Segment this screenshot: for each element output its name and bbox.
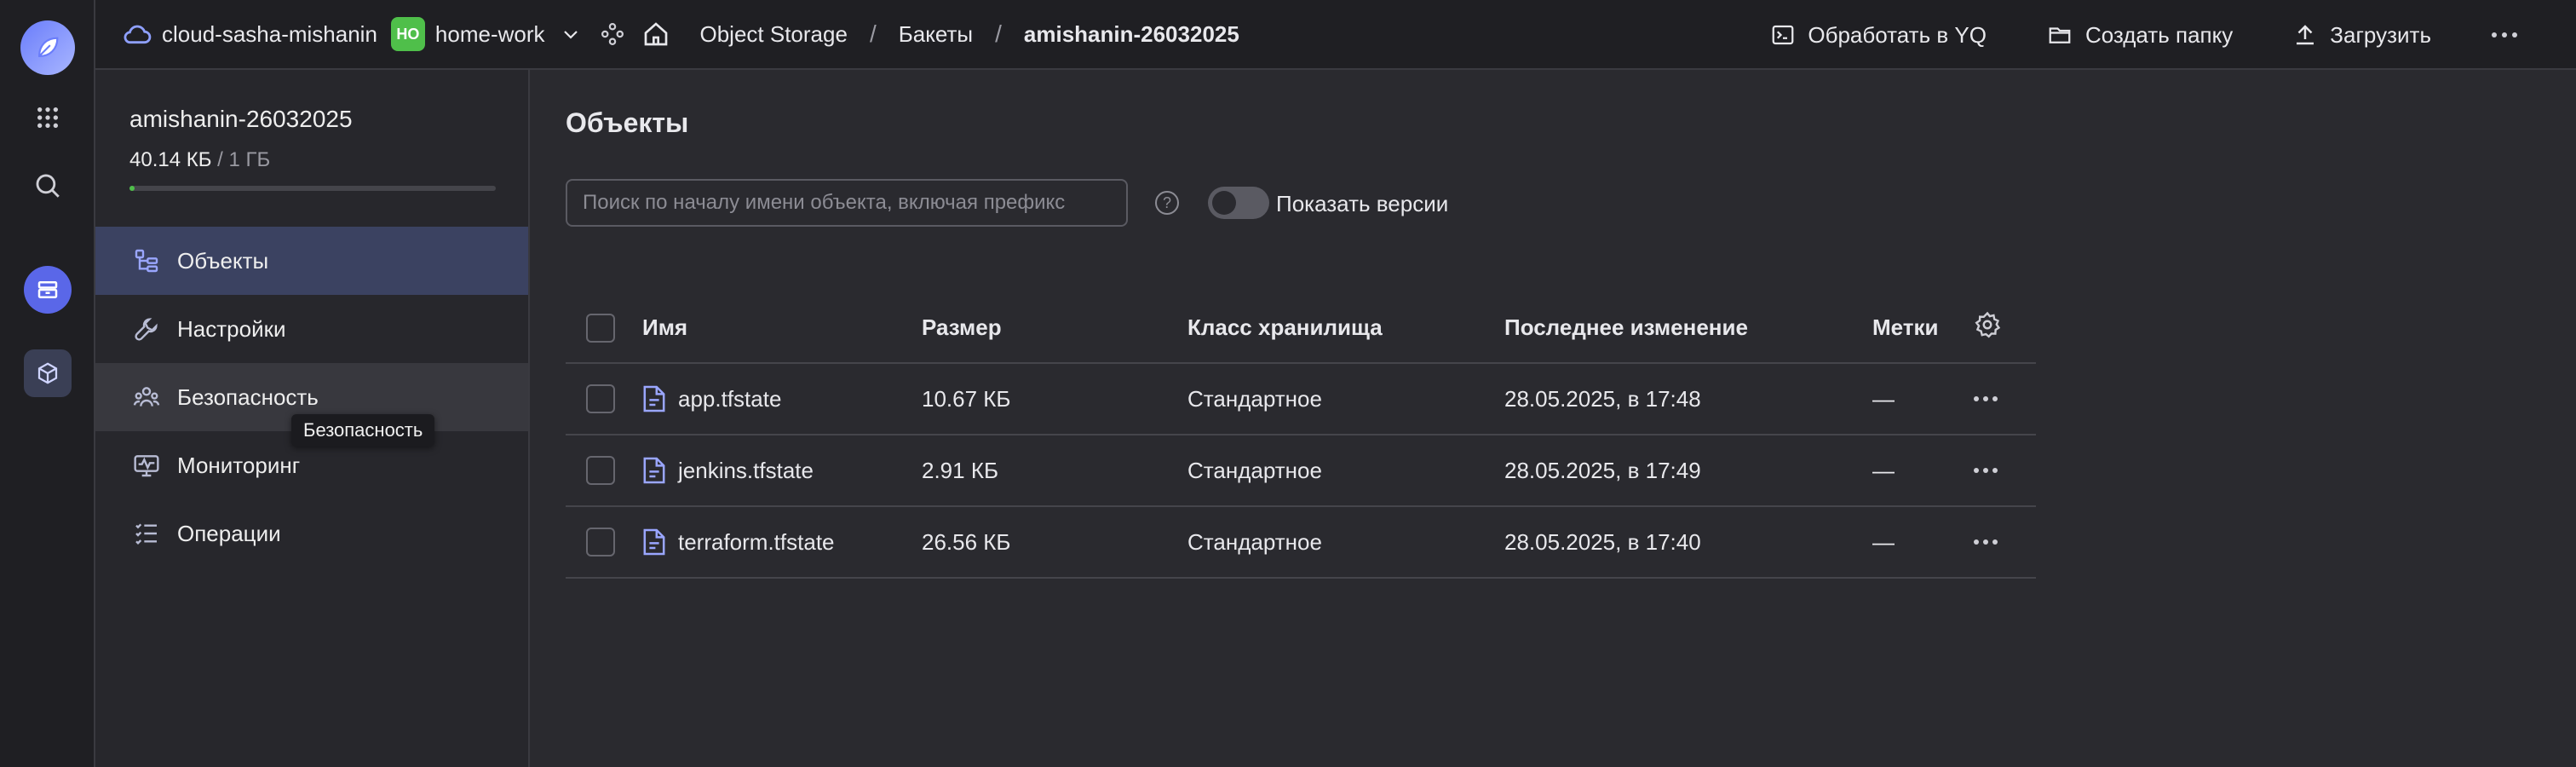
create-folder-label: Создать папку bbox=[2084, 21, 2234, 48]
column-name[interactable]: Имя bbox=[642, 293, 922, 364]
table-row[interactable]: jenkins.tfstate 2.91 КБ Стандартное 28.0… bbox=[566, 435, 2036, 507]
more-menu-icon[interactable] bbox=[2491, 31, 2530, 39]
file-icon bbox=[643, 385, 665, 412]
column-modified[interactable]: Последнее изменение bbox=[1504, 293, 1872, 364]
left-rail bbox=[0, 0, 95, 767]
top-bar: cloud-sasha-mishanin HO home-work Object… bbox=[95, 0, 2576, 70]
row-actions-menu-icon[interactable] bbox=[1973, 467, 2036, 474]
upload-label: Загрузить bbox=[2330, 21, 2431, 48]
create-folder-button[interactable]: Создать папку bbox=[2046, 22, 2233, 49]
search-input[interactable] bbox=[566, 179, 1128, 227]
column-size[interactable]: Размер bbox=[922, 293, 1187, 364]
sidebar-item-label: Объекты bbox=[177, 247, 269, 274]
process-yq-button[interactable]: Обработать в YQ bbox=[1770, 22, 1987, 49]
sidebar-item-label: Настройки bbox=[177, 315, 286, 342]
bucket-name: amishanin-26032025 bbox=[129, 106, 353, 132]
show-versions-toggle[interactable] bbox=[1208, 187, 1269, 219]
help-icon[interactable]: ? bbox=[1155, 191, 1179, 215]
sidebar-item-settings[interactable]: Настройки bbox=[95, 295, 528, 363]
folder-selector[interactable]: HO home-work bbox=[390, 17, 581, 51]
apps-grid-icon[interactable] bbox=[24, 94, 72, 141]
sidebar-item-label: Безопасность bbox=[177, 384, 319, 410]
cloud-selector[interactable]: cloud-sasha-mishanin bbox=[121, 21, 377, 48]
object-modified: 28.05.2025, в 17:48 bbox=[1504, 363, 1872, 435]
sidebar-item-objects[interactable]: Объекты bbox=[95, 227, 528, 295]
object-tags: — bbox=[1872, 363, 1973, 435]
column-storage-class[interactable]: Класс хранилища bbox=[1187, 293, 1504, 364]
object-storage-service-icon[interactable] bbox=[24, 266, 72, 314]
select-all-checkbox[interactable] bbox=[586, 313, 615, 343]
object-storage-class: Стандартное bbox=[1187, 363, 1504, 435]
cloud-name: cloud-sasha-mishanin bbox=[162, 20, 377, 47]
usage-progress-fill bbox=[129, 186, 135, 191]
usage-progress-bar bbox=[129, 186, 496, 191]
object-size: 26.56 КБ bbox=[922, 506, 1187, 579]
sidebar-item-label: Мониторинг bbox=[177, 452, 301, 478]
objects-table: Имя Размер Класс хранилища Последнее изм… bbox=[566, 293, 2036, 579]
bucket-usage: 40.14 КБ / 1 ГБ bbox=[129, 148, 270, 172]
file-icon bbox=[643, 528, 665, 556]
breadcrumb-separator: / bbox=[869, 20, 877, 47]
objects-icon bbox=[129, 247, 164, 274]
tooltip: Безопасность bbox=[291, 414, 435, 447]
object-name[interactable]: terraform.tfstate bbox=[678, 529, 835, 556]
bucket-sidebar: amishanin-26032025 40.14 КБ / 1 ГБ Объек… bbox=[95, 70, 530, 767]
object-modified: 28.05.2025, в 17:40 bbox=[1504, 506, 1872, 579]
object-tags: — bbox=[1872, 435, 1973, 507]
object-size: 2.91 КБ bbox=[922, 435, 1187, 507]
sidebar-item-operations[interactable]: Операции bbox=[95, 499, 528, 568]
table-settings-gear-icon[interactable] bbox=[1973, 310, 2002, 339]
object-storage-class: Стандартное bbox=[1187, 435, 1504, 507]
main-content: Объекты ? Показать версии Имя Размер Кла… bbox=[530, 70, 2576, 767]
usage-total: / 1 ГБ bbox=[211, 148, 271, 171]
cloud-logo-icon[interactable] bbox=[20, 20, 75, 75]
terminal-icon bbox=[1772, 25, 1794, 45]
monitor-icon bbox=[129, 452, 164, 479]
process-yq-label: Обработать в YQ bbox=[1808, 21, 1987, 48]
folder-icon bbox=[2049, 27, 2071, 43]
search-icon[interactable] bbox=[24, 162, 72, 210]
object-name[interactable]: app.tfstate bbox=[678, 386, 781, 412]
breadcrumb: Object Storage / Бакеты / amishanin-2603… bbox=[700, 20, 1239, 48]
column-tags: Метки bbox=[1872, 293, 1973, 364]
checklist-icon bbox=[129, 520, 164, 547]
breadcrumb-bucket: amishanin-26032025 bbox=[1023, 20, 1239, 47]
row-checkbox[interactable] bbox=[586, 384, 615, 413]
folder-badge: HO bbox=[390, 17, 425, 51]
table-row[interactable]: terraform.tfstate 26.56 КБ Стандартное 2… bbox=[566, 506, 2036, 579]
connections-icon[interactable] bbox=[600, 21, 625, 47]
toggle-knob bbox=[1212, 191, 1236, 215]
row-actions-menu-icon[interactable] bbox=[1973, 395, 2036, 402]
cloud-icon bbox=[124, 25, 152, 44]
object-modified: 28.05.2025, в 17:49 bbox=[1504, 435, 1872, 507]
cube-icon[interactable] bbox=[24, 349, 72, 397]
top-actions: Обработать в YQ Создать папку Загрузить bbox=[1770, 0, 2576, 70]
object-tags: — bbox=[1872, 506, 1973, 579]
upload-button[interactable]: Загрузить bbox=[2292, 22, 2431, 49]
folder-name: home-work bbox=[434, 20, 545, 47]
row-checkbox[interactable] bbox=[586, 456, 615, 485]
object-size: 10.67 КБ bbox=[922, 363, 1187, 435]
breadcrumb-buckets[interactable]: Бакеты bbox=[899, 21, 973, 48]
sidebar-item-label: Операции bbox=[177, 520, 281, 546]
show-versions-label: Показать версии bbox=[1276, 191, 1449, 216]
users-icon bbox=[129, 384, 164, 411]
upload-icon bbox=[2297, 25, 2314, 45]
row-checkbox[interactable] bbox=[586, 528, 615, 557]
chevron-down-icon bbox=[563, 31, 578, 39]
wrench-icon bbox=[129, 315, 164, 343]
breadcrumb-object-storage[interactable]: Object Storage bbox=[700, 21, 848, 48]
usage-used: 40.14 КБ bbox=[129, 148, 212, 171]
file-icon bbox=[643, 457, 665, 484]
table-header: Имя Размер Класс хранилища Последнее изм… bbox=[566, 293, 2036, 364]
object-name[interactable]: jenkins.tfstate bbox=[678, 458, 814, 484]
table-row[interactable]: app.tfstate 10.67 КБ Стандартное 28.05.2… bbox=[566, 363, 2036, 435]
page-title: Объекты bbox=[566, 107, 689, 138]
home-icon[interactable] bbox=[642, 20, 670, 48]
object-storage-class: Стандартное bbox=[1187, 506, 1504, 579]
row-actions-menu-icon[interactable] bbox=[1973, 539, 2036, 545]
breadcrumb-separator: / bbox=[995, 20, 1002, 47]
